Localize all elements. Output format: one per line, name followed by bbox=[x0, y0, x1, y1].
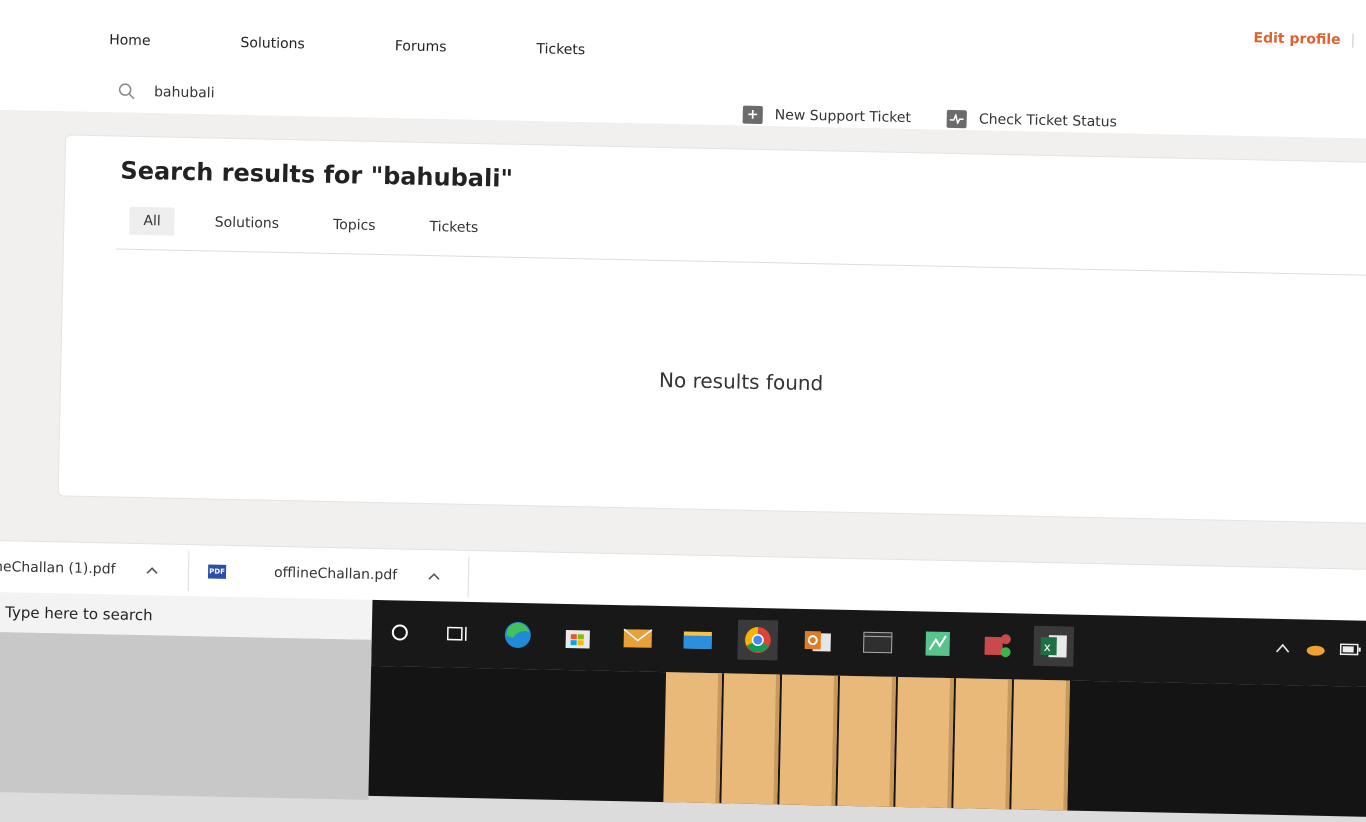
nav-solutions[interactable]: Solutions bbox=[240, 35, 305, 52]
download-divider bbox=[188, 551, 190, 591]
chevron-up-icon[interactable] bbox=[427, 569, 441, 583]
top-links-separator: | bbox=[1350, 32, 1355, 48]
background-surface bbox=[368, 666, 1366, 817]
download-divider bbox=[468, 557, 470, 597]
new-support-ticket-button[interactable]: + New Support Ticket bbox=[743, 106, 912, 128]
store-icon[interactable] bbox=[557, 616, 598, 657]
search-results-card: Search results for "bahubali" All Soluti… bbox=[58, 134, 1366, 524]
tab-topics[interactable]: Topics bbox=[319, 211, 390, 240]
wood-panel bbox=[953, 678, 1012, 809]
wood-panel bbox=[779, 675, 838, 806]
new-ticket-label: New Support Ticket bbox=[775, 107, 912, 126]
cortana-icon[interactable] bbox=[379, 612, 420, 653]
file-explorer-icon[interactable] bbox=[677, 618, 718, 659]
tab-solutions[interactable]: Solutions bbox=[200, 208, 293, 238]
sticky-notes-icon[interactable] bbox=[917, 623, 958, 664]
download-filename: offlineChallan (1).pdf bbox=[0, 558, 116, 577]
download-item[interactable]: PDF offlineChallan.pdf bbox=[208, 545, 442, 602]
download-filename: offlineChallan.pdf bbox=[274, 565, 397, 584]
pulse-icon bbox=[947, 110, 967, 128]
tab-all[interactable]: All bbox=[129, 207, 175, 236]
outlook-icon[interactable] bbox=[797, 621, 838, 662]
chevron-up-icon[interactable] bbox=[145, 563, 159, 577]
search-input[interactable]: bahubali bbox=[154, 84, 215, 101]
wood-panel bbox=[663, 672, 722, 803]
terminal-icon[interactable] bbox=[857, 622, 898, 663]
edit-profile-link[interactable]: Edit profile bbox=[1253, 30, 1340, 48]
divider bbox=[116, 248, 1366, 276]
top-links: Edit profile|S bbox=[1253, 30, 1366, 49]
task-view-icon[interactable] bbox=[437, 613, 478, 654]
wood-panel bbox=[1011, 679, 1070, 810]
pdf-file-icon: PDF bbox=[208, 564, 226, 578]
search-bar[interactable]: bahubali bbox=[118, 82, 215, 102]
tab-tickets[interactable]: Tickets bbox=[415, 213, 492, 243]
check-ticket-status-button[interactable]: Check Ticket Status bbox=[947, 110, 1117, 132]
teams-icon[interactable] bbox=[977, 625, 1018, 666]
download-item[interactable]: offlineChallan (1).pdf bbox=[0, 540, 160, 596]
edge-icon[interactable] bbox=[497, 615, 538, 656]
nav-forums[interactable]: Forums bbox=[395, 38, 447, 55]
empty-state-message: No results found bbox=[61, 355, 1366, 407]
svg-text:x: x bbox=[1044, 640, 1051, 654]
wood-panel bbox=[721, 673, 780, 804]
wood-panel bbox=[837, 676, 896, 807]
search-icon bbox=[118, 82, 136, 100]
desktop-area bbox=[0, 631, 372, 799]
chevron-up-icon[interactable] bbox=[1276, 643, 1290, 653]
plus-icon: + bbox=[743, 106, 763, 124]
onedrive-cloud-icon[interactable] bbox=[1304, 641, 1326, 655]
page-title: Search results for "bahubali" bbox=[120, 157, 513, 193]
mail-icon[interactable] bbox=[617, 617, 658, 658]
excel-icon[interactable]: x bbox=[1033, 626, 1074, 667]
chrome-icon[interactable] bbox=[737, 620, 778, 661]
system-tray bbox=[1276, 641, 1362, 657]
wood-panel bbox=[895, 677, 954, 808]
nav-home[interactable]: Home bbox=[109, 32, 151, 49]
nav-tickets[interactable]: Tickets bbox=[536, 41, 585, 58]
result-tabs: All Solutions Topics Tickets bbox=[129, 207, 508, 243]
check-status-label: Check Ticket Status bbox=[979, 112, 1117, 131]
battery-icon[interactable] bbox=[1340, 643, 1362, 655]
taskbar-search-placeholder: Type here to search bbox=[5, 603, 153, 624]
